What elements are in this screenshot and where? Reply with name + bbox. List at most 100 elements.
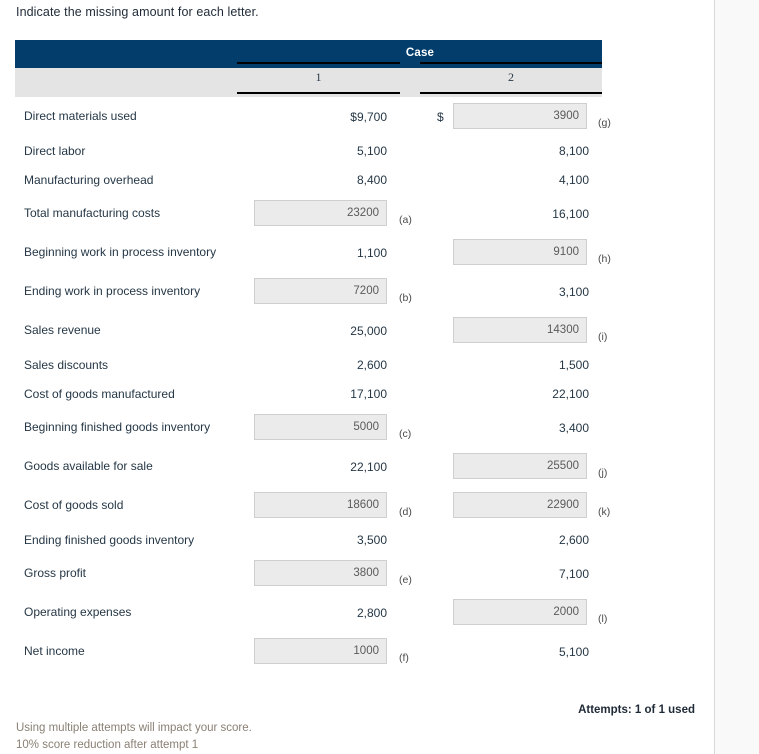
row-label: Ending finished goods inventory	[24, 533, 195, 547]
row-letter-marker: (l)	[598, 613, 608, 625]
row-label: Direct materials used	[24, 109, 137, 123]
row-label: Beginning finished goods inventory	[24, 420, 211, 434]
row-label: Gross profit	[24, 566, 87, 580]
header-rule-col1	[237, 62, 400, 64]
row-letter-marker: (k)	[598, 506, 611, 518]
row-label: Operating expenses	[24, 605, 132, 619]
static-amount: 3,500	[356, 533, 387, 547]
table-row: Beginning finished goods inventory 5000 (c…	[15, 408, 602, 447]
row-label: Cost of goods manufactured	[24, 387, 175, 401]
row-label: Total manufacturing costs	[24, 206, 161, 220]
amount-input[interactable]: 2000	[453, 599, 587, 625]
row-label: Manufacturing overhead	[24, 173, 154, 187]
row-label: Ending work in process inventory	[24, 284, 201, 298]
cell-col1: 2,600	[237, 350, 400, 372]
static-amount: 16,100	[552, 207, 589, 221]
cell-col1: 17,100	[237, 379, 400, 401]
exercise-page: Indicate the missing amount for each let…	[0, 0, 759, 754]
static-amount: 5,100	[558, 645, 589, 659]
table-row: Ending finished goods inventory 3,500 2,60…	[15, 525, 602, 554]
table-subheader-bar: 1 2	[15, 68, 602, 97]
score-note-line-1: Using multiple attempts will impact your…	[16, 722, 252, 734]
row-letter-marker: (e)	[399, 574, 412, 586]
amount-input[interactable]: 18600	[254, 492, 387, 518]
table-row: Manufacturing overhead 8,400 4,100	[15, 165, 602, 194]
subheader-rule-col2	[420, 92, 602, 94]
table-row: Direct labor 5,100 8,100	[15, 136, 602, 165]
row-label: Sales revenue	[24, 323, 101, 337]
amount-input[interactable]: 23200	[254, 200, 387, 226]
table-row: Operating expenses 2,800 2000 (l)	[15, 593, 607, 632]
cell-col2: 2,600	[420, 525, 602, 547]
row-letter-marker: (d)	[399, 506, 412, 518]
amount-input[interactable]: 9100	[453, 239, 587, 265]
instruction-text: Indicate the missing amount for each let…	[16, 5, 259, 19]
table-row: Cost of goods sold 18600 (d) 22900 (k)	[15, 486, 610, 525]
row-label: Goods available for sale	[24, 459, 153, 473]
table-row: Gross profit 3800 (e) 7,100	[15, 554, 602, 593]
static-amount: 7,100	[558, 567, 589, 581]
amount-input[interactable]: 5000	[254, 414, 387, 440]
row-letter-marker: (j)	[598, 467, 608, 479]
static-amount: 8,400	[356, 173, 387, 187]
attempts-status: Attempts: 1 of 1 used	[578, 704, 695, 716]
static-amount: 22,100	[552, 387, 589, 401]
cell-col2: 1,500	[420, 350, 602, 372]
cell-col2: 4,100	[420, 165, 602, 187]
amount-input[interactable]: 22900	[453, 492, 587, 518]
cell-col2: 7,100	[420, 554, 602, 581]
subheader-rule-col1	[237, 92, 400, 94]
cell-col2: 3,400	[420, 408, 602, 435]
table-row: Direct materials used $9,700 $3900 (g)	[15, 97, 611, 136]
right-gutter	[714, 0, 759, 754]
column-header-2: 2	[508, 70, 514, 84]
table-row: Sales discounts 2,600 1,500	[15, 350, 602, 379]
cell-col2: 8,100	[420, 136, 602, 158]
cell-col1: 5,100	[237, 136, 400, 158]
row-letter-marker: (h)	[598, 253, 611, 265]
table-row: Sales revenue 25,000 14300 (i)	[15, 311, 607, 350]
amount-input[interactable]: 3800	[254, 560, 387, 586]
static-amount: 22,100	[350, 460, 387, 474]
static-amount: 1,500	[558, 358, 589, 372]
amount-input[interactable]: 7200	[254, 278, 387, 304]
table-row: Net income 1000 (f) 5,100	[15, 632, 602, 671]
table-row: Cost of goods manufactured 17,100 22,100	[15, 379, 602, 408]
header-rule-col2	[420, 62, 602, 64]
static-amount: 2,600	[558, 533, 589, 547]
static-amount: 2,600	[356, 358, 387, 372]
row-label: Direct labor	[24, 144, 86, 158]
row-letter-marker: (c)	[399, 428, 412, 440]
cell-col1: $9,700	[237, 97, 400, 124]
row-label: Cost of goods sold	[24, 498, 124, 512]
amount-input[interactable]: 14300	[453, 317, 587, 343]
row-letter-marker: (a)	[399, 214, 412, 226]
amount-input[interactable]: 3900	[453, 103, 587, 129]
cell-col1: 22,100	[237, 447, 400, 474]
cell-col1: 8,400	[237, 165, 400, 187]
cell-col2: 5,100	[420, 632, 602, 659]
cell-col1: 3,500	[237, 525, 400, 547]
cell-col2: 22,100	[420, 379, 602, 401]
row-letter-marker: (i)	[598, 331, 608, 343]
amount-input[interactable]: 1000	[254, 638, 387, 664]
row-label: Beginning work in process inventory	[24, 245, 217, 259]
table-row: Goods available for sale 22,100 25500 (j)	[15, 447, 607, 486]
static-amount: 5,100	[356, 144, 387, 158]
table-header-bar: Case	[15, 40, 602, 68]
static-amount: 3,100	[558, 285, 589, 299]
table-row: Total manufacturing costs 23200 (a) 16,100	[15, 194, 602, 233]
table-body: Direct materials used $9,700 $3900 (g) Direc…	[15, 97, 611, 671]
cell-col1: 25,000	[237, 311, 400, 338]
currency-symbol: $	[437, 110, 444, 124]
row-label: Sales discounts	[24, 358, 109, 372]
static-amount: 4,100	[558, 173, 589, 187]
score-note: Using multiple attempts will impact your…	[16, 720, 252, 754]
column-header-1: 1	[315, 70, 322, 84]
static-amount: 3,400	[558, 421, 589, 435]
table-row: Beginning work in process inventory 1,100…	[15, 233, 611, 272]
amount-input[interactable]: 25500	[453, 453, 587, 479]
table-row: Ending work in process inventory 7200 (b) 3…	[15, 272, 602, 311]
row-letter-marker: (g)	[598, 117, 611, 129]
static-amount: $9,700	[350, 110, 387, 124]
